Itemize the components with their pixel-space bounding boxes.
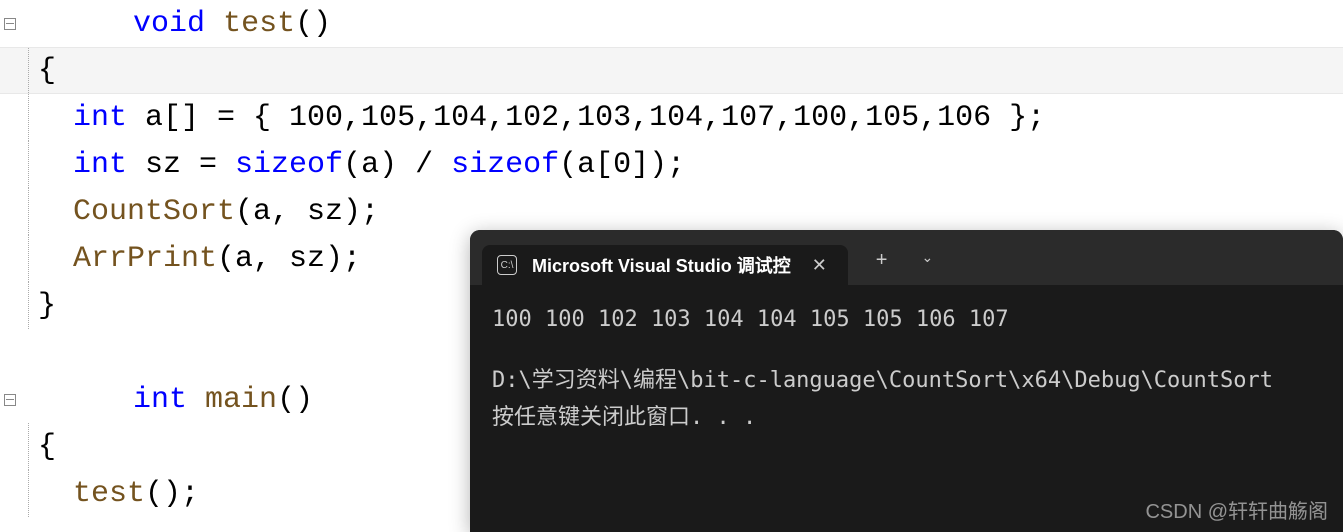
- new-tab-button[interactable]: +: [868, 245, 896, 276]
- keyword-int: int: [48, 148, 127, 182]
- function-call: ArrPrint: [48, 242, 217, 276]
- tab-title: Microsoft Visual Studio 调试控: [532, 252, 791, 278]
- console-titlebar[interactable]: C:\ Microsoft Visual Studio 调试控 ✕ + ⌄: [470, 230, 1343, 285]
- code-line-3[interactable]: int a[] = { 100,105,104,102,103,104,107,…: [0, 94, 1343, 141]
- collapse-icon[interactable]: [4, 18, 16, 30]
- keyword-int: int: [133, 383, 187, 417]
- output-line: 100 100 102 103 104 104 105 105 106 107: [492, 303, 1321, 336]
- keyword-sizeof: sizeof: [235, 148, 343, 182]
- expr-part: (a) /: [343, 148, 451, 182]
- keyword-int: int: [48, 101, 127, 135]
- close-icon[interactable]: ✕: [806, 253, 833, 278]
- console-tab[interactable]: C:\ Microsoft Visual Studio 调试控 ✕: [482, 245, 848, 285]
- function-name: test: [223, 7, 295, 41]
- close-brace: }: [38, 289, 56, 323]
- array-values: 100,105,104,102,103,104,107,100,105,106 …: [289, 101, 1045, 135]
- open-brace: {: [38, 54, 56, 88]
- var-decl: a[] = {: [127, 101, 289, 135]
- debug-console-window[interactable]: C:\ Microsoft Visual Studio 调试控 ✕ + ⌄ 10…: [470, 230, 1343, 532]
- open-brace: {: [38, 430, 56, 464]
- code-line-4[interactable]: int sz = sizeof(a) / sizeof(a[0]);: [0, 141, 1343, 188]
- var-sz: sz =: [127, 148, 235, 182]
- keyword-sizeof: sizeof: [451, 148, 559, 182]
- function-call: test: [48, 477, 145, 511]
- output-line: D:\学习资料\编程\bit-c-language\CountSort\x64\…: [492, 364, 1321, 397]
- keyword-void: void: [133, 7, 205, 41]
- output-line: 按任意键关闭此窗口. . .: [492, 401, 1321, 434]
- code-line-1[interactable]: void test(): [0, 0, 1343, 47]
- terminal-icon: C:\: [497, 255, 517, 275]
- call-args: (a, sz);: [235, 195, 379, 229]
- function-main: main: [187, 383, 277, 417]
- console-output[interactable]: 100 100 102 103 104 104 105 105 106 107 …: [470, 285, 1343, 456]
- call-args: (a, sz);: [217, 242, 361, 276]
- parentheses: (): [295, 7, 331, 41]
- expr-part: (a[0]);: [559, 148, 685, 182]
- code-line-5[interactable]: CountSort(a, sz);: [0, 188, 1343, 235]
- function-call: CountSort: [48, 195, 235, 229]
- collapse-icon[interactable]: [4, 394, 16, 406]
- dropdown-button[interactable]: ⌄: [913, 245, 941, 276]
- call-args: ();: [145, 477, 199, 511]
- parentheses: (): [277, 383, 313, 417]
- watermark: CSDN @轩轩曲觞阁: [1145, 495, 1328, 524]
